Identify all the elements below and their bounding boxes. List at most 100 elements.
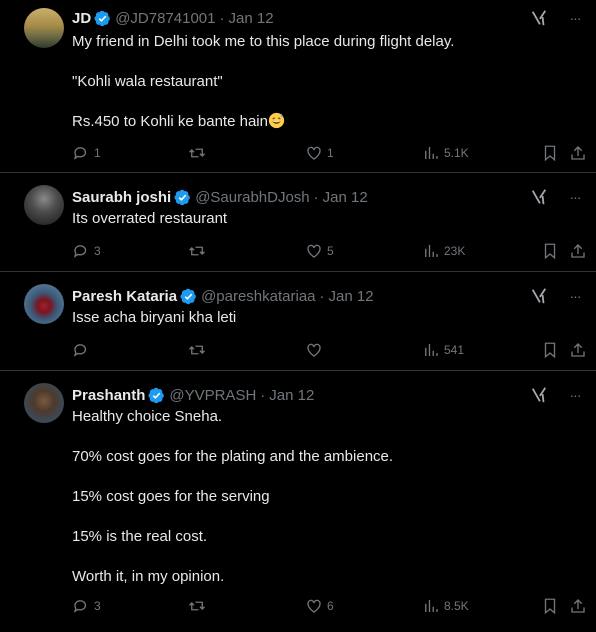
bookmark-icon [544,342,556,359]
retweet-button[interactable] [188,596,210,616]
tweet[interactable]: Paresh Kataria @pareshkatariaa · Jan 12 … [0,272,596,371]
tweet-text: Healthy choice Sneha. 70% cost goes for … [72,407,584,587]
grok-icon[interactable] [530,385,548,405]
more-options-icon[interactable]: ··· [566,286,584,306]
avatar[interactable] [24,284,64,324]
tweet-actions: 3 5 23K [72,241,586,261]
reply-count: 1 [94,146,101,160]
tweet[interactable]: Prashanth @YVPRASH · Jan 12 ··· Healthy … [0,371,596,632]
retweet-icon [189,148,205,158]
like-button[interactable] [305,340,327,360]
share-button[interactable] [569,340,587,360]
display-name[interactable]: Paresh Kataria [72,288,177,305]
separator-dot: · [313,188,319,206]
verified-badge-icon [174,189,191,205]
tweet-line: 15% cost goes for the serving [72,488,270,505]
verified-badge-icon [94,10,111,26]
avatar[interactable] [24,185,64,225]
like-button[interactable]: 1 [305,143,334,163]
views-button[interactable]: 23K [422,241,465,261]
retweet-icon [189,345,205,355]
views-button[interactable]: 541 [422,340,464,360]
bookmark-button[interactable] [541,596,559,616]
tweet-header: Prashanth @YVPRASH · Jan 12 ··· [72,385,584,405]
tweet-text: Its overrated restaurant [72,209,584,229]
share-button[interactable] [569,143,587,163]
separator-dot: · [260,386,266,404]
reply-button[interactable]: 1 [72,143,101,163]
tweet-actions: 1 1 5.1K [72,143,586,163]
share-button[interactable] [569,241,587,261]
bookmark-icon [544,145,556,162]
views-icon [425,245,438,257]
grinning-sweat-emoji-icon [268,112,285,129]
share-icon [571,599,585,613]
like-count: 1 [327,146,334,160]
tweet-actions: 3 6 8.5K [72,596,586,616]
verified-badge-icon [180,288,196,304]
retweet-icon [189,601,205,611]
tweet-header: Saurabh joshi @SaurabhDJosh · Jan 12 ··· [72,187,584,207]
handle[interactable]: @YVPRASH [169,387,256,404]
more-options-icon[interactable]: ··· [566,187,584,207]
more-options-icon[interactable]: ··· [566,385,584,405]
heart-icon [307,343,321,357]
share-icon [571,244,585,258]
tweet-line: My friend in Delhi took me to this place… [72,33,455,50]
share-button[interactable] [569,596,587,616]
handle[interactable]: @SaurabhDJosh [195,189,309,206]
like-count: 5 [327,244,334,258]
tweet-header: Paresh Kataria @pareshkatariaa · Jan 12 … [72,286,584,306]
avatar[interactable] [24,383,64,423]
share-icon [571,146,585,160]
retweet-button[interactable] [188,241,210,261]
view-count: 23K [444,244,466,258]
like-button[interactable]: 5 [305,241,334,261]
views-icon [425,344,438,356]
share-icon [571,343,585,357]
tweet-line: 15% is the real cost. [72,528,208,545]
timestamp[interactable]: Jan 12 [323,189,368,206]
retweet-button[interactable] [188,143,210,163]
reply-button[interactable]: 3 [72,596,101,616]
tweet[interactable]: Saurabh joshi @SaurabhDJosh · Jan 12 ···… [0,173,596,272]
separator-dot: · [219,9,225,27]
handle[interactable]: @pareshkatariaa [201,288,315,305]
retweet-button[interactable] [188,340,210,360]
display-name[interactable]: Saurabh joshi [72,189,171,206]
views-button[interactable]: 5.1K [422,143,469,163]
bookmark-button[interactable] [541,340,559,360]
views-icon [425,600,438,612]
tweet-line: Healthy choice Sneha. [72,408,223,425]
handle[interactable]: @JD78741001 [115,10,215,27]
timestamp[interactable]: Jan 12 [329,288,374,305]
reply-count: 3 [94,244,101,258]
tweet-line: 70% cost goes for the plating and the am… [72,448,394,465]
grok-icon[interactable] [530,286,548,306]
reply-count: 3 [94,599,101,613]
like-count: 6 [327,599,334,613]
verified-badge-icon [148,387,165,403]
display-name[interactable]: Prashanth [72,387,145,404]
heart-icon [307,599,321,613]
bookmark-icon [544,598,556,615]
tweet-line: Rs.450 to Kohli ke bante hain [72,112,584,132]
bookmark-button[interactable] [541,143,559,163]
views-button[interactable]: 8.5K [422,596,469,616]
display-name[interactable]: JD [72,10,91,27]
tweet[interactable]: JD @JD78741001 · Jan 12 ··· My friend in… [0,0,596,173]
timestamp[interactable]: Jan 12 [229,10,274,27]
grok-icon[interactable] [530,8,548,28]
reply-button[interactable] [72,340,94,360]
bookmark-button[interactable] [541,241,559,261]
grok-icon[interactable] [530,187,548,207]
avatar[interactable] [24,8,64,48]
more-options-icon[interactable]: ··· [566,8,584,28]
tweet-text: My friend in Delhi took me to this place… [72,32,584,132]
like-button[interactable]: 6 [305,596,334,616]
view-count: 541 [444,343,465,357]
timestamp[interactable]: Jan 12 [269,387,314,404]
reply-button[interactable]: 3 [72,241,101,261]
reply-icon [73,147,87,160]
view-count: 5.1K [444,146,469,160]
